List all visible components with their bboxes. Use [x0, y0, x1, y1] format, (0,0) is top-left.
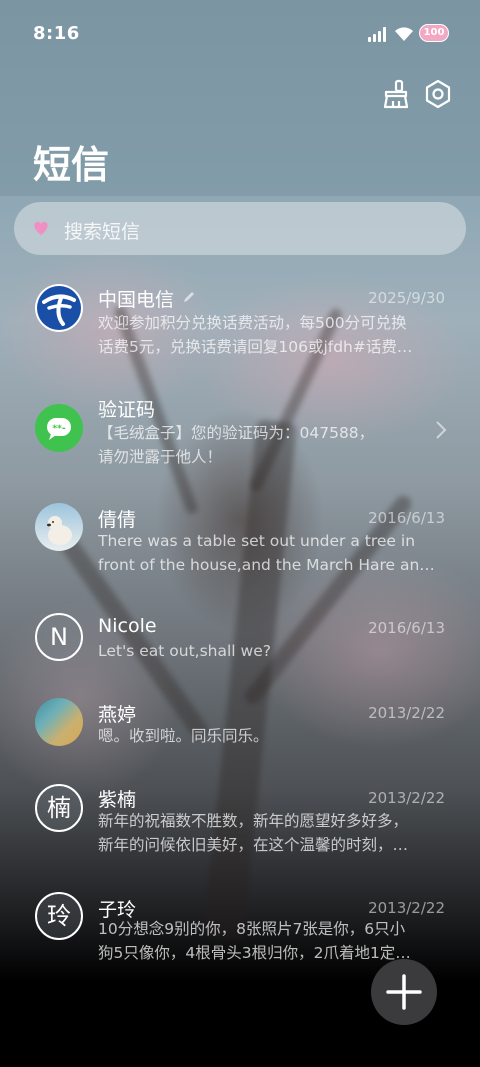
message-preview-line1: 新年的祝福数不胜数，新年的愿望好多好多， [98, 812, 409, 830]
conversation-name: 燕婷 [98, 704, 137, 726]
conversation-item[interactable]: 倩倩 2016/6/13 There was a table set out u… [0, 500, 480, 600]
conversation-date: 2013/2/22 [368, 899, 445, 917]
page-title: 短信 [33, 143, 110, 187]
avatar: N [35, 613, 83, 661]
broom-icon[interactable] [379, 78, 411, 110]
avatar: 玲 [35, 892, 83, 940]
otp-icon: **- [35, 404, 83, 452]
svg-text:**-: **- [52, 424, 65, 434]
message-preview-line2: 新年的问候依旧美好，在这个温馨的时刻，… [98, 836, 409, 854]
signal-icon [368, 27, 388, 42]
message-preview-line1: There was a table set out under a tree i… [98, 532, 416, 550]
conversation-name: 中国电信 [98, 289, 175, 311]
message-preview-line2: front of the house,and the March Hare an… [98, 556, 435, 574]
landscape-photo [35, 698, 83, 746]
conversation-date: 2025/9/30 [368, 289, 445, 307]
status-bar: 8:16 100 [0, 0, 480, 66]
avatar: 楠 [35, 784, 83, 832]
search-placeholder: 搜索短信 [64, 221, 141, 243]
conversation-name: 倩倩 [98, 509, 137, 531]
conversation-name: Nicole [98, 615, 157, 637]
polar-bear-photo [35, 503, 83, 551]
plus-icon [386, 974, 422, 1010]
conversation-name: 紫楠 [98, 789, 137, 811]
conversation-item[interactable]: **- 验证码 【毛绒盒子】您的验证码为：047588， 请勿泄露于他人！ [0, 390, 480, 490]
message-preview-line1: 【毛绒盒子】您的验证码为：047588， [98, 424, 375, 442]
message-preview-line1: 10分想念9别的你，8张照片7张是你，6只小 [98, 920, 406, 938]
message-preview-line2: 请勿泄露于他人！ [98, 448, 223, 466]
pencil-icon [184, 292, 194, 302]
conversation-item[interactable]: 中国电信 2025/9/30 欢迎参加积分兑换话费活动，每500分可兑换 话费5… [0, 280, 480, 380]
conversation-date: 2016/6/13 [368, 619, 445, 637]
message-preview-line2: 话费5元，兑换话费请回复106或jfdh#话费… [98, 338, 413, 356]
conversation-item[interactable]: 楠 紫楠 2013/2/22 新年的祝福数不胜数，新年的愿望好多好多， 新年的问… [0, 780, 480, 880]
battery-icon: 100 [419, 24, 449, 42]
wifi-icon [395, 27, 413, 41]
new-message-button[interactable] [371, 959, 437, 1025]
heart-icon [34, 221, 48, 235]
conversation-date: 2013/2/22 [368, 704, 445, 722]
message-preview-line1: 嗯。收到啦。同乐同乐。 [98, 727, 269, 745]
chevron-right-icon [436, 421, 447, 439]
conversation-date: 2016/6/13 [368, 509, 445, 527]
settings-icon[interactable] [422, 78, 454, 110]
message-preview-line1: 欢迎参加积分兑换话费活动，每500分可兑换 [98, 314, 407, 332]
status-time: 8:16 [33, 23, 80, 44]
china-telecom-logo [35, 284, 83, 332]
conversation-date: 2013/2/22 [368, 789, 445, 807]
message-preview-line1: Let's eat out,shall we? [98, 642, 271, 660]
conversation-name: 验证码 [98, 399, 156, 421]
search-bar[interactable]: 搜索短信 [14, 202, 466, 255]
